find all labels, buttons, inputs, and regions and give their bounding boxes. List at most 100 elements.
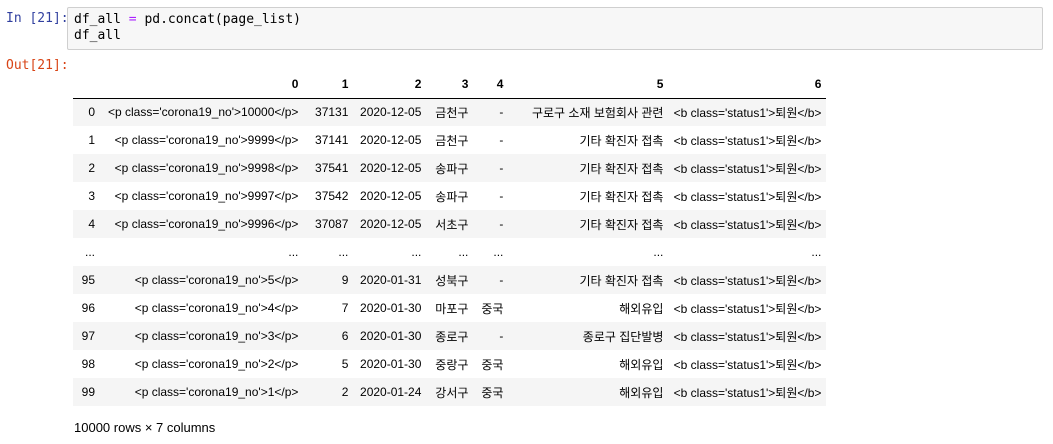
ellipsis-row: ... ... ... ... ... ... ... ... (73, 238, 826, 266)
table-cell: <p class='corona19_no'>1</p> (134, 385, 299, 399)
table-cell: 강서구 (435, 385, 469, 400)
table-cell: 2 (341, 385, 349, 399)
table-cell: 37542 (315, 189, 349, 203)
column-header: 5 (508, 70, 669, 99)
table-cell: <b class='status1'>퇴원</b> (673, 273, 822, 288)
table-cell: 2020-12-05 (360, 105, 422, 120)
table-cell: ... (811, 245, 822, 259)
table-cell: <p class='corona19_no'>9996</p> (114, 217, 299, 231)
table-cell: 7 (341, 301, 349, 315)
dataframe-table: 0 1 2 3 4 5 6 0 <p class='corona19_no'>1… (73, 70, 827, 406)
dataframe-body: 0 <p class='corona19_no'>10000</p> 37131… (73, 98, 827, 406)
table-cell: - (499, 161, 504, 175)
output-prompt: Out[21]: (6, 58, 69, 73)
code-cell-editor[interactable]: df_all = pd.concat(page_list) df_all (67, 7, 1043, 50)
table-cell: 37087 (315, 217, 349, 231)
table-cell: <p class='corona19_no'>3</p> (134, 329, 299, 343)
table-cell: 송파구 (435, 189, 469, 204)
table-cell: <b class='status1'>퇴원</b> (673, 105, 822, 120)
table-row: 3 <p class='corona19_no'>9997</p> 37542 … (73, 182, 826, 210)
table-cell: 기타 확진자 접촉 (579, 273, 664, 288)
dataframe-shape-summary: 10000 rows × 7 columns (74, 420, 216, 435)
table-cell: <b class='status1'>퇴원</b> (673, 133, 822, 148)
table-cell: 37131 (315, 105, 349, 120)
table-cell: ... (653, 245, 664, 259)
input-prompt: In [21]: (6, 11, 69, 26)
code-line-1: df_all = pd.concat(page_list) (74, 12, 1042, 28)
table-cell: 2020-01-30 (360, 357, 422, 371)
table-cell: 2020-01-30 (360, 329, 422, 343)
table-cell: ... (493, 245, 504, 259)
row-index: ... (84, 245, 95, 259)
table-cell: - (499, 273, 504, 287)
table-row: 4 <p class='corona19_no'>9996</p> 37087 … (73, 210, 827, 238)
table-cell: <p class='corona19_no'>9997</p> (114, 189, 299, 203)
table-cell: <p class='corona19_no'>9998</p> (114, 161, 299, 175)
table-cell: 37541 (315, 161, 349, 175)
table-cell: <b class='status1'>퇴원</b> (673, 329, 822, 344)
output-area: 0 1 2 3 4 5 6 0 <p class='corona19_no'>1… (73, 70, 827, 406)
table-cell: 해외유입 (619, 385, 664, 400)
table-cell: <p class='corona19_no'>4</p> (134, 301, 299, 315)
table-cell: 2020-12-05 (360, 189, 422, 203)
table-cell: 2020-01-30 (360, 301, 422, 315)
table-cell: 기타 확진자 접촉 (579, 133, 664, 148)
table-cell: 서초구 (435, 217, 469, 232)
table-cell: 기타 확진자 접촉 (579, 217, 664, 232)
table-cell: 6 (341, 329, 349, 343)
table-cell: 2020-12-05 (360, 161, 422, 175)
table-cell: 마포구 (435, 301, 469, 316)
table-cell: <b class='status1'>퇴원</b> (673, 189, 822, 204)
table-row: 0 <p class='corona19_no'>10000</p> 37131… (73, 98, 827, 126)
table-cell: <p class='corona19_no'>9999</p> (114, 133, 299, 147)
row-index: 95 (81, 273, 95, 287)
table-cell: 중랑구 (435, 357, 469, 372)
table-cell: ... (338, 245, 349, 259)
row-index: 2 (88, 161, 95, 175)
table-cell: - (499, 329, 504, 343)
code-operator: = (128, 12, 137, 27)
table-cell: <b class='status1'>퇴원</b> (673, 161, 822, 176)
row-index: 1 (88, 133, 95, 147)
table-cell: ... (288, 245, 299, 259)
column-header: 6 (668, 70, 827, 99)
table-row: 1 <p class='corona19_no'>9999</p> 37141 … (73, 126, 826, 154)
header-row: 0 1 2 3 4 5 6 (73, 70, 827, 99)
table-cell: <b class='status1'>퇴원</b> (673, 217, 822, 232)
row-index: 0 (88, 105, 95, 120)
column-header: 0 (103, 70, 304, 99)
table-cell: ... (458, 245, 469, 259)
table-cell: 2020-01-24 (360, 385, 422, 399)
table-cell: 2020-12-05 (360, 217, 422, 231)
table-cell: <b class='status1'>퇴원</b> (673, 357, 822, 372)
table-cell: ... (411, 245, 422, 259)
table-cell: 해외유입 (619, 301, 664, 316)
table-cell: 중국 (481, 301, 504, 316)
row-index: 99 (81, 385, 95, 399)
table-row: 2 <p class='corona19_no'>9998</p> 37541 … (73, 154, 827, 182)
table-cell: 금천구 (435, 133, 469, 148)
code-expression: pd.concat(page_list) (144, 12, 301, 27)
table-cell: 2020-01-31 (360, 273, 422, 287)
table-cell: 중국 (481, 357, 504, 372)
table-cell: 종로구 (435, 329, 469, 344)
table-cell: <p class='corona19_no'>2</p> (134, 357, 299, 371)
table-cell: 기타 확진자 접촉 (579, 161, 664, 176)
table-cell: 5 (341, 357, 349, 371)
table-cell: - (499, 189, 504, 203)
table-cell: 기타 확진자 접촉 (579, 189, 664, 204)
table-cell: - (499, 133, 504, 147)
table-row: 98 <p class='corona19_no'>2</p> 5 2020-0… (73, 350, 826, 378)
table-cell: 해외유입 (619, 357, 664, 372)
column-header: 1 (303, 70, 354, 99)
row-index: 98 (81, 357, 95, 371)
table-cell: <b class='status1'>퇴원</b> (673, 301, 822, 316)
column-header: 2 (353, 70, 427, 99)
table-cell: <b class='status1'>퇴원</b> (673, 385, 822, 400)
table-cell: 중국 (481, 385, 504, 400)
table-row: 96 <p class='corona19_no'>4</p> 7 2020-0… (73, 294, 826, 322)
code-variable: df_all (74, 12, 121, 27)
table-cell: - (499, 105, 504, 120)
table-cell: <p class='corona19_no'>5</p> (134, 273, 299, 287)
table-cell: <p class='corona19_no'>10000</p> (108, 105, 299, 120)
